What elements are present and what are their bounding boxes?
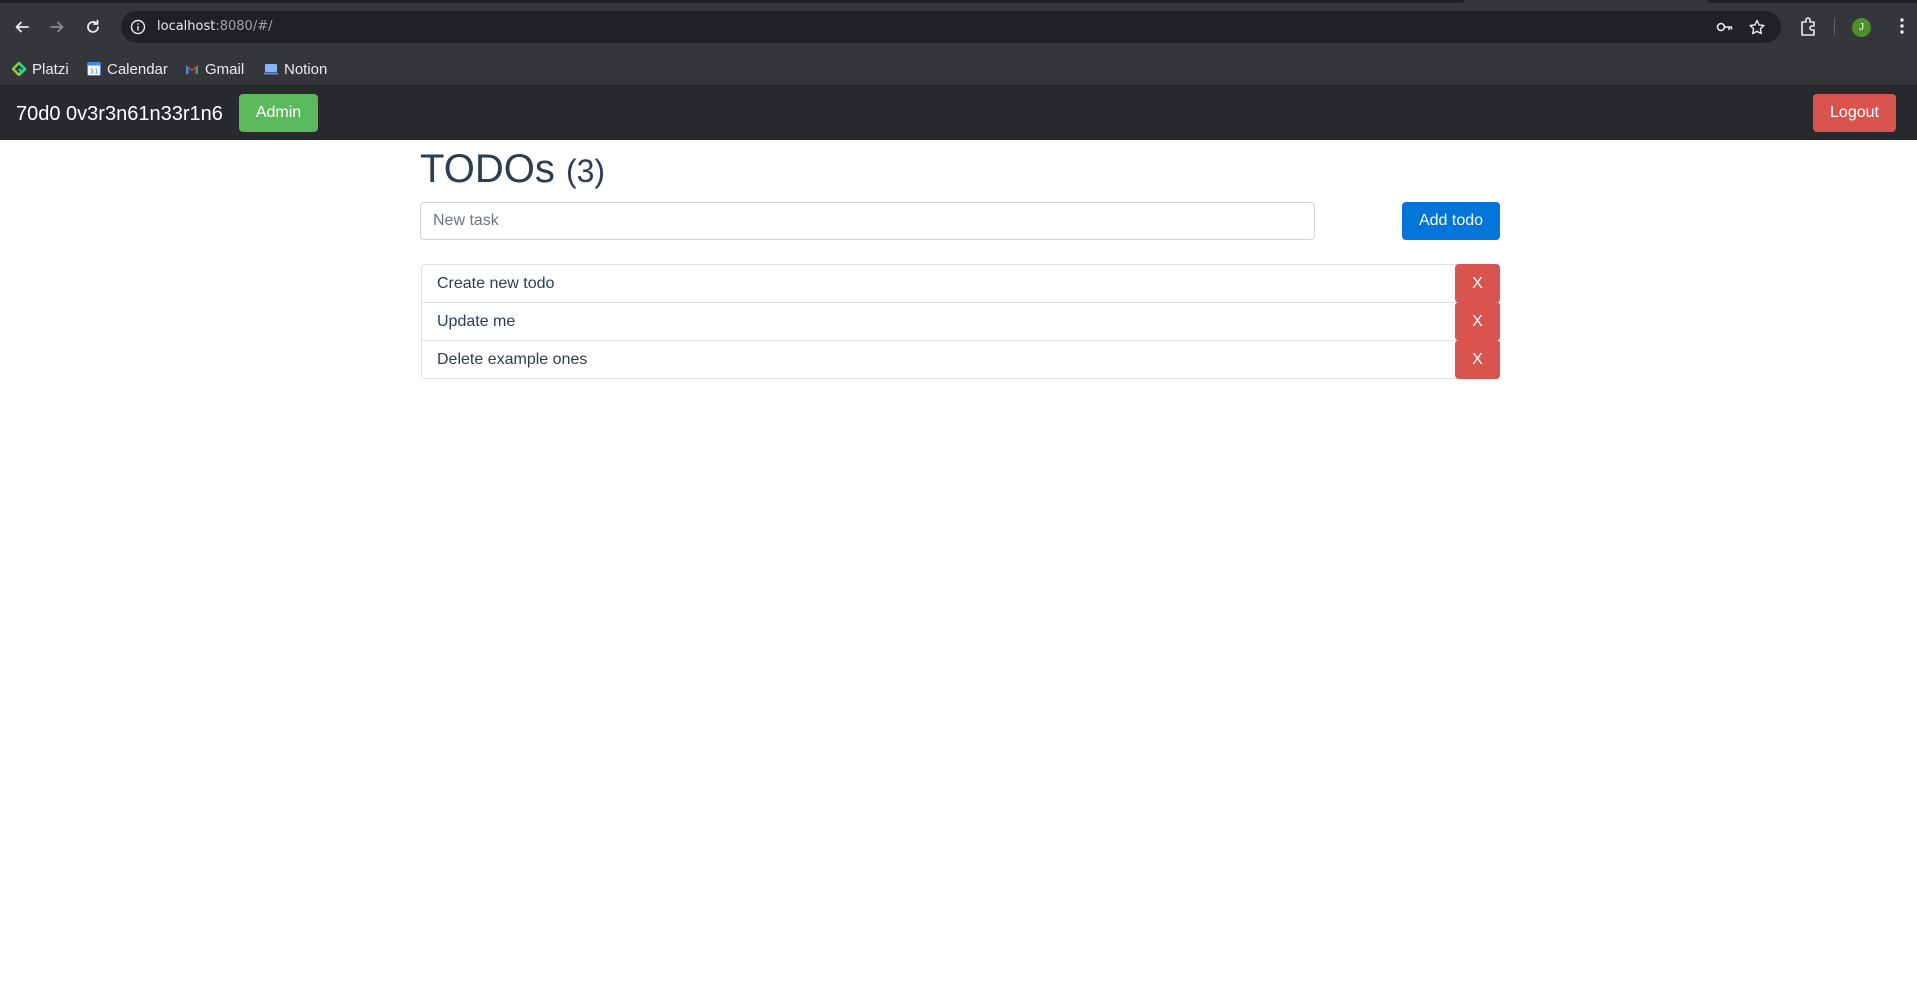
- svg-text:31: 31: [90, 68, 99, 76]
- todo-text[interactable]: Delete example ones: [437, 351, 587, 369]
- bookmark-label: Gmail: [205, 60, 245, 78]
- back-button[interactable]: [8, 13, 36, 41]
- bookmark-label: Notion: [284, 60, 328, 78]
- reload-icon: [87, 19, 99, 33]
- new-task-input[interactable]: [420, 202, 1315, 240]
- forward-button[interactable]: [43, 13, 71, 41]
- reload-button[interactable]: [79, 13, 107, 41]
- bookmark-calendar[interactable]: 31 Calendar: [87, 54, 168, 84]
- todo-item[interactable]: Create new todo X: [421, 264, 1500, 303]
- tab-strip-right: [1707, 0, 1917, 3]
- address-bar[interactable]: localhost:8080/#/: [121, 11, 1781, 43]
- calendar-icon: 31: [87, 62, 101, 76]
- tab-strip: [0, 0, 1465, 3]
- bookmark-gmail[interactable]: Gmail: [185, 54, 244, 84]
- delete-todo-button[interactable]: X: [1455, 340, 1500, 379]
- delete-todo-button[interactable]: X: [1455, 264, 1500, 303]
- bookmark-platzi[interactable]: Platzi: [12, 54, 69, 84]
- platzi-icon: [12, 62, 26, 76]
- extensions-icon[interactable]: [1799, 16, 1819, 38]
- forward-arrow-icon: [50, 21, 64, 33]
- site-info-icon[interactable]: [130, 19, 146, 35]
- back-arrow-icon: [15, 21, 29, 33]
- url-text: localhost:8080/#/: [157, 19, 272, 35]
- admin-button[interactable]: Admin: [239, 94, 318, 132]
- bookmark-label: Platzi: [32, 60, 69, 78]
- todo-item[interactable]: Update me X: [421, 302, 1500, 341]
- todo-item[interactable]: Delete example ones X: [421, 340, 1500, 379]
- page-title: TODOs (3): [420, 145, 605, 195]
- delete-todo-button[interactable]: X: [1455, 302, 1500, 341]
- password-key-icon[interactable]: [1716, 19, 1734, 35]
- notion-icon: [264, 64, 278, 75]
- bookmark-label: Calendar: [107, 60, 168, 78]
- profile-avatar[interactable]: J: [1852, 18, 1871, 37]
- toolbar-divider: [1834, 18, 1835, 36]
- url-host: localhost: [157, 19, 216, 34]
- todo-list: Create new todo X Update me X Delete exa…: [421, 264, 1500, 379]
- browser-toolbar: localhost:8080/#/ J: [0, 0, 1917, 54]
- todo-count: (3): [565, 153, 606, 189]
- gmail-icon: [186, 65, 198, 74]
- more-menu-icon[interactable]: [1892, 16, 1912, 38]
- url-path: :8080/#/: [215, 19, 273, 34]
- page-title-text: TODOs: [420, 147, 555, 191]
- app-brand[interactable]: 70d0 0v3r3n61n33r1n6: [16, 102, 223, 126]
- todo-text[interactable]: Update me: [437, 313, 515, 331]
- bookmark-notion[interactable]: Notion: [264, 54, 327, 84]
- todo-text[interactable]: Create new todo: [437, 275, 554, 293]
- add-todo-button[interactable]: Add todo: [1402, 202, 1500, 240]
- bookmark-star-icon[interactable]: [1748, 19, 1766, 35]
- logout-button[interactable]: Logout: [1813, 94, 1896, 132]
- bookmarks-bar: Platzi 31 Calendar Gmail Notion: [0, 54, 1917, 86]
